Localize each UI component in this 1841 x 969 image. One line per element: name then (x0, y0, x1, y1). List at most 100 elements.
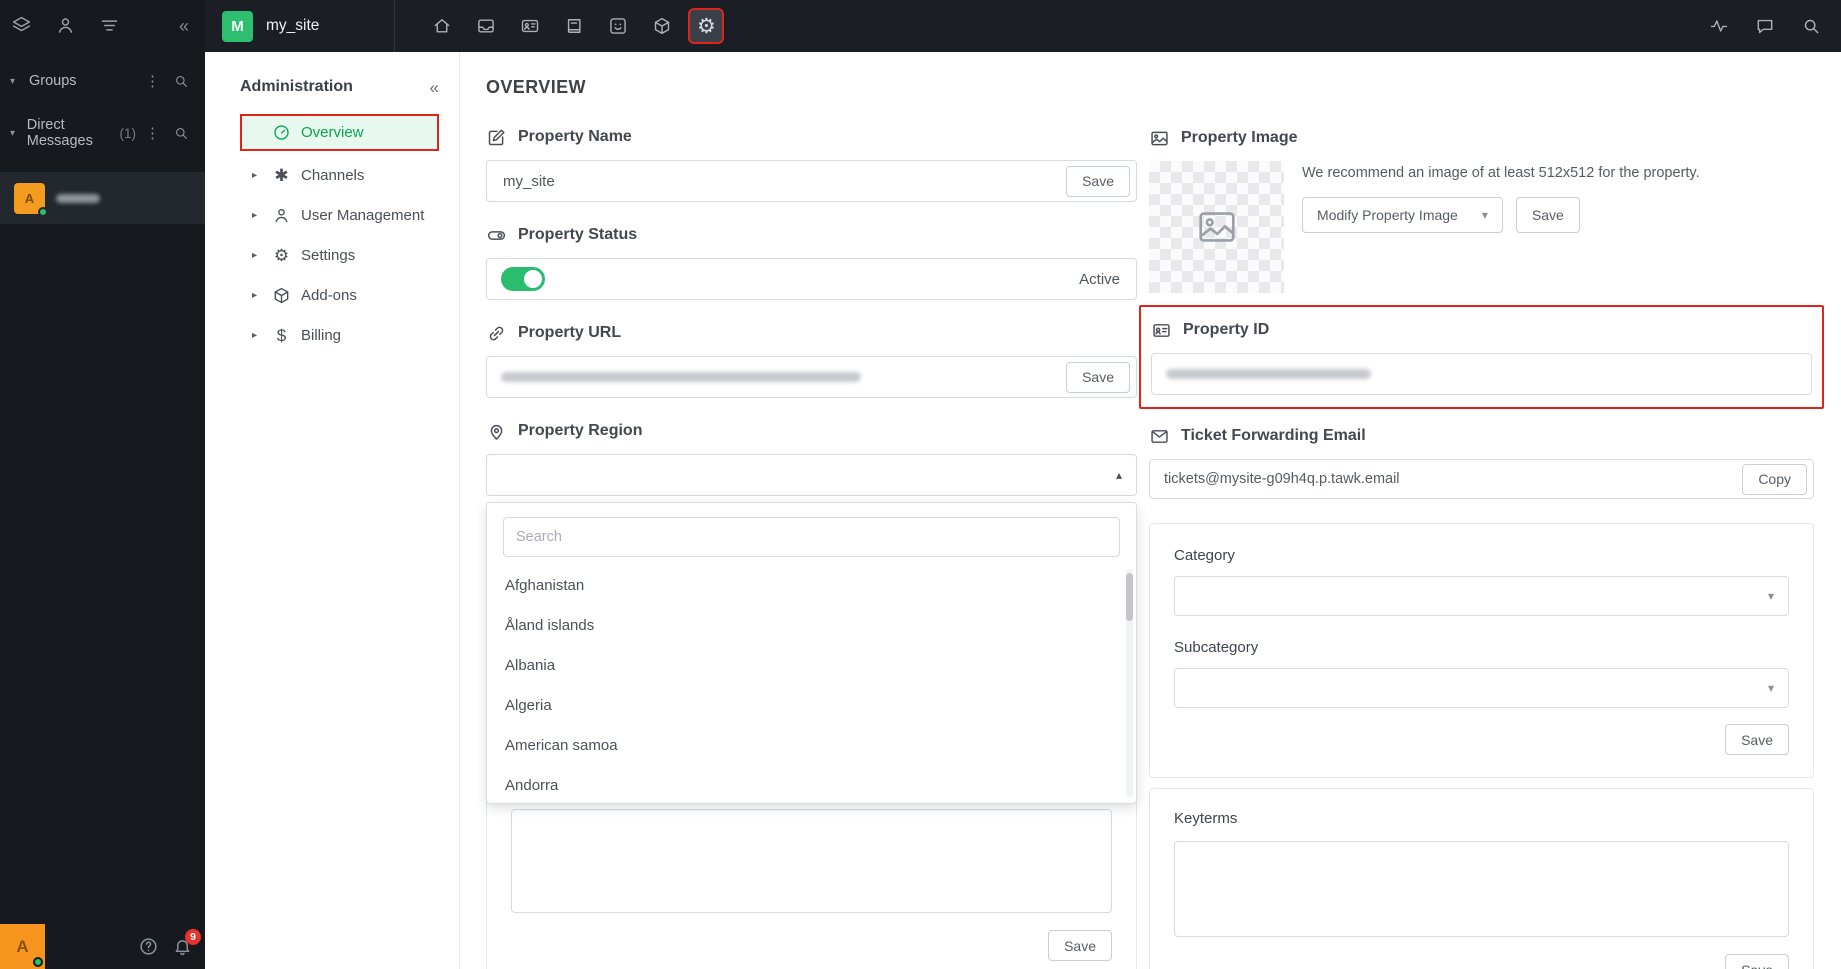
description-textarea[interactable] (511, 809, 1112, 913)
admin-collapse-icon[interactable]: « (430, 79, 439, 96)
nav-apps-button[interactable] (644, 8, 680, 44)
nav-knowledge-base-button[interactable] (556, 8, 592, 44)
classification-save-button[interactable]: Save (1725, 724, 1789, 755)
sidebar-item-channels[interactable]: ▸ ✱ Channels (240, 155, 439, 195)
property-id-label: Property ID (1183, 321, 1270, 338)
left-rail: « ▾ Groups ⋮ ▾ Direct Messages (1) ⋮ A A (0, 0, 205, 969)
nav-inbox-button[interactable] (468, 8, 504, 44)
notifications-button[interactable]: 9 (172, 929, 201, 957)
region-option-list: Afghanistan Åland islands Albania Algeri… (503, 565, 1120, 803)
caret-down-icon: ▾ (1481, 208, 1488, 222)
admin-menu: Overview ▸ ✱ Channels ▸ User Management … (229, 114, 439, 355)
id-card-icon (1153, 323, 1170, 337)
subcategory-select[interactable]: ▾ (1174, 668, 1789, 708)
nav-chat-pages-button[interactable] (600, 8, 636, 44)
groups-kebab-icon[interactable]: ⋮ (145, 74, 160, 89)
property-image-save-button[interactable]: Save (1515, 197, 1580, 233)
keyterms-textarea[interactable] (1174, 841, 1789, 937)
property-id-section-annotated: Property ID (1139, 305, 1824, 409)
description-save-button[interactable]: Save (1048, 930, 1112, 961)
sidebar-item-label: Overview (301, 124, 364, 141)
property-status-value: Active (1079, 270, 1120, 288)
layers-icon[interactable] (11, 15, 32, 36)
nav-home-button[interactable] (424, 8, 460, 44)
notification-badge: 9 (185, 929, 201, 945)
modify-property-image-label: Modify Property Image (1317, 207, 1458, 223)
region-option[interactable]: Andorra (503, 765, 1120, 803)
property-image-placeholder (1149, 161, 1284, 293)
avatar: A (14, 182, 48, 217)
property-url-row[interactable]: Save (486, 356, 1137, 398)
expand-caret-icon: ▸ (252, 169, 258, 181)
keyterms-save-button[interactable]: Save (1725, 954, 1789, 969)
region-option[interactable]: Algeria (503, 685, 1120, 725)
sidebar-item-add-ons[interactable]: ▸ Add-ons (240, 275, 439, 315)
ticket-email-header: Ticket Forwarding Email (1149, 425, 1814, 447)
mail-icon (1151, 429, 1168, 443)
sidebar-item-billing[interactable]: ▸ $ Billing (240, 315, 439, 355)
caret-up-icon: ▴ (1115, 468, 1122, 482)
rail-collapse-icon[interactable]: « (179, 17, 189, 35)
sidebar-item-user-management[interactable]: ▸ User Management (240, 195, 439, 235)
dm-count: (1) (119, 125, 137, 141)
dollar-icon: $ (276, 325, 287, 345)
property-url-save-button[interactable]: Save (1066, 361, 1130, 393)
groups-caret-icon[interactable]: ▾ (10, 76, 20, 87)
search-icon[interactable] (1801, 16, 1821, 36)
region-dropdown-panel: Afghanistan Åland islands Albania Algeri… (486, 502, 1137, 804)
admin-sidebar: Administration « Overview ▸ ✱ Channels ▸… (205, 52, 460, 969)
page-title: OVERVIEW (486, 77, 586, 97)
user-avatar[interactable]: A (0, 924, 45, 969)
subcategory-label: Subcategory (1174, 639, 1259, 656)
category-select[interactable]: ▾ (1174, 576, 1789, 616)
gear-icon: ⚙ (273, 245, 290, 265)
toggle-knob (524, 270, 542, 288)
people-icon[interactable] (55, 15, 76, 36)
property-id-field[interactable] (1151, 353, 1812, 395)
activity-icon[interactable] (1709, 16, 1729, 36)
property-status-row: Active (486, 258, 1137, 300)
filter-icon[interactable] (99, 15, 120, 36)
presence-dot (38, 206, 48, 217)
region-search-input[interactable] (503, 517, 1120, 557)
dm-caret-icon[interactable]: ▾ (10, 128, 18, 139)
scrollbar-thumb[interactable] (1126, 573, 1133, 621)
property-name-save-button[interactable]: Save (1066, 165, 1130, 197)
region-option[interactable]: American samoa (503, 725, 1120, 765)
property-url-header: Property URL (486, 322, 1137, 344)
property-name-input[interactable] (501, 171, 1067, 191)
keyterms-label: Keyterms (1174, 810, 1238, 827)
expand-caret-icon: ▸ (252, 289, 258, 301)
site-name: my_site (266, 17, 320, 34)
image-icon (1151, 131, 1168, 145)
dm-kebab-icon[interactable]: ⋮ (145, 126, 160, 141)
property-region-select[interactable]: ▴ (486, 454, 1137, 496)
property-url-redacted (501, 372, 861, 382)
sidebar-item-label: User Management (301, 206, 425, 224)
property-status-label: Property Status (518, 226, 638, 243)
chat-bubble-icon[interactable] (1755, 16, 1775, 36)
nav-contacts-button[interactable] (512, 8, 548, 44)
user-avatar-letter: A (16, 936, 29, 956)
property-name-header: Property Name (486, 126, 1137, 148)
help-icon[interactable] (138, 936, 159, 957)
rail-toolbar: « (0, 0, 205, 36)
sidebar-item-settings[interactable]: ▸ ⚙ Settings (240, 235, 439, 275)
ticket-email-copy-button[interactable]: Copy (1742, 463, 1807, 495)
property-image-section: We recommend an image of at least 512x51… (1149, 161, 1814, 293)
sidebar-item-overview[interactable]: Overview (240, 114, 439, 151)
property-status-toggle[interactable] (501, 267, 545, 291)
topbar-divider (394, 0, 396, 52)
region-option[interactable]: Albania (503, 645, 1120, 685)
overview-right-column: Property Image We recommend an image of … (1139, 76, 1824, 969)
modify-property-image-dropdown[interactable]: Modify Property Image ▾ (1302, 197, 1503, 233)
region-option[interactable]: Åland islands (503, 605, 1120, 645)
nav-settings-button[interactable]: ⚙ (688, 8, 725, 44)
dm-list-item[interactable]: A (0, 172, 205, 224)
groups-search-icon[interactable] (173, 73, 189, 89)
dm-search-icon[interactable] (173, 125, 189, 141)
property-logo[interactable]: M (222, 10, 253, 42)
sidebar-item-label: Add-ons (301, 286, 357, 304)
region-option[interactable]: Afghanistan (503, 565, 1120, 605)
ticket-email-label: Ticket Forwarding Email (1181, 427, 1366, 444)
